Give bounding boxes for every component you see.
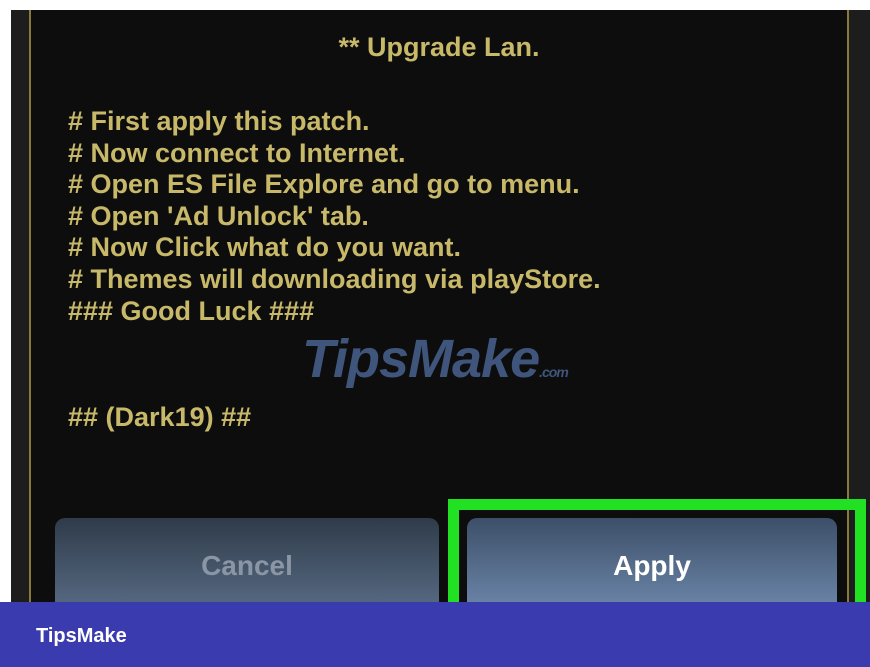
watermark-suffix: .com	[539, 364, 569, 380]
signature-line: ## (Dark19) ##	[68, 402, 252, 432]
dialog-title: ** Upgrade Lan.	[338, 32, 540, 62]
instruction-line: # Now connect to Internet.	[68, 137, 406, 168]
watermark-logo: TipsMake.com	[302, 328, 569, 390]
watermark-text: TipsMake	[302, 329, 540, 389]
apply-button[interactable]: Apply	[467, 518, 837, 602]
brand-label: TipsMake	[36, 625, 127, 647]
instruction-line: # Themes will downloading via playStore.	[68, 263, 601, 294]
instruction-line: # First apply this patch.	[68, 106, 370, 136]
instruction-line: ### Good Luck ###	[68, 295, 315, 326]
instruction-list: # First apply this patch. # Now connect …	[68, 106, 601, 327]
instruction-line: # Open 'Ad Unlock' tab.	[68, 200, 369, 231]
screenshot-frame: ** Upgrade Lan. # First apply this patch…	[11, 10, 870, 602]
instruction-line: # Now Click what do you want.	[68, 232, 462, 263]
brand-bar: TipsMake	[0, 602, 870, 667]
instruction-line: # Open ES File Explore and go to menu.	[68, 169, 580, 200]
cancel-button[interactable]: Cancel	[55, 518, 439, 602]
